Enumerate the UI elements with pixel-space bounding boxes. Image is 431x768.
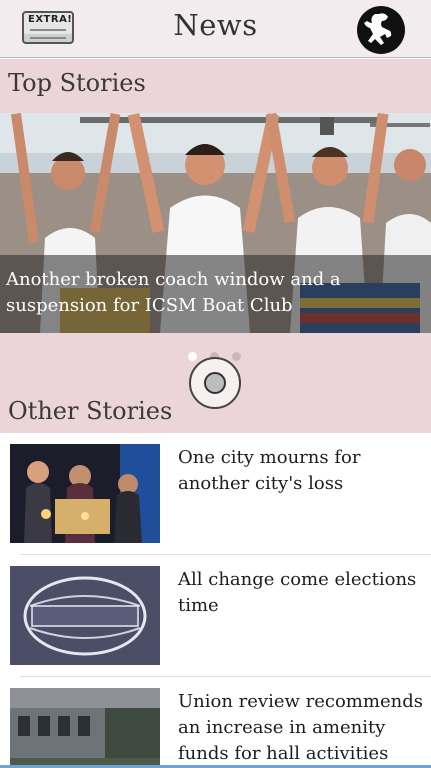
carousel-jog-button[interactable]	[189, 357, 241, 409]
carousel-dot-1[interactable]	[188, 352, 197, 361]
other-stories-title: Other Stories	[8, 397, 173, 425]
story-headline: One city mourns for another city's loss	[178, 447, 361, 494]
vigil-image	[10, 444, 160, 543]
story-thumbnail	[10, 566, 160, 665]
story-headline: All change come elections time	[178, 569, 417, 616]
other-stories-list: One city mourns for another city's loss …	[0, 433, 431, 768]
story-headline: Union review recommends an increase in a…	[178, 691, 423, 764]
app-header: EXTRA! News	[0, 0, 431, 58]
hero-story[interactable]: Another broken coach window and a suspen…	[0, 113, 431, 333]
mascot-icon	[358, 7, 404, 53]
story-thumbnail	[10, 444, 160, 543]
top-stories-title: Top Stories	[8, 69, 146, 97]
carousel-dot-3[interactable]	[232, 352, 241, 361]
list-item[interactable]: All change come elections time	[0, 555, 431, 677]
hero-caption: Another broken coach window and a suspen…	[0, 255, 431, 333]
list-item[interactable]: Union review recommends an increase in a…	[0, 677, 431, 768]
building-image	[10, 688, 160, 768]
jog-inner-circle	[204, 372, 226, 394]
elections-image	[10, 566, 160, 665]
story-thumbnail	[10, 688, 160, 768]
mascot-avatar[interactable]	[357, 6, 405, 54]
top-stories-section: Top Stories	[0, 59, 431, 113]
carousel-area: Other Stories	[0, 333, 431, 433]
list-item[interactable]: One city mourns for another city's loss	[0, 433, 431, 555]
